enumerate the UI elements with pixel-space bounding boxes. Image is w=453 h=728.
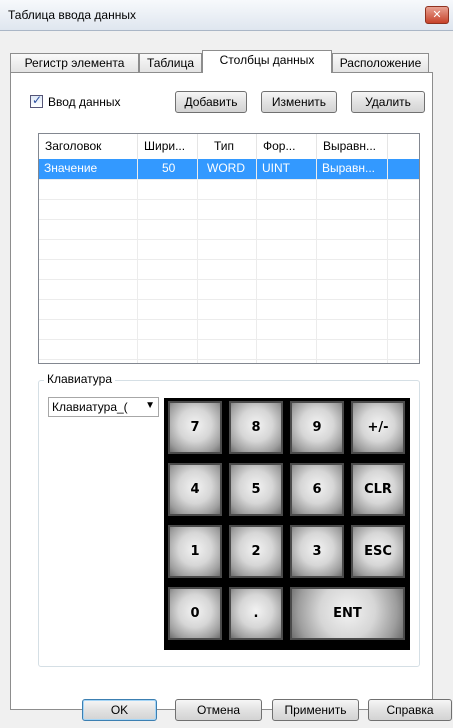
key-clr: CLR [351,463,405,516]
cell-format: UINT [257,159,317,179]
chevron-down-icon[interactable]: ▼ [145,400,155,411]
key-dot: . [229,587,283,640]
header-format[interactable]: Фор... [257,134,317,159]
cell-align: Выравн... [317,159,388,179]
keyboard-select-value: Клавиатура_( [52,400,128,414]
close-button[interactable]: ✕ [425,6,449,24]
table-row-empty[interactable] [39,339,419,360]
data-entry-label: Ввод данных [48,95,121,109]
table-row-empty[interactable] [39,299,419,320]
key-8: 8 [229,401,283,454]
table-row-empty[interactable] [39,239,419,260]
help-button[interactable]: Справка [368,699,452,721]
table-row-empty[interactable] [39,219,419,240]
cancel-button[interactable]: Отмена [175,699,262,721]
grid-column-line [197,159,198,363]
key-1: 1 [168,525,222,578]
key-esc: ESC [351,525,405,578]
grid-header: Заголовок Шири... Тип Фор... Выравн... [39,134,419,160]
table-row-empty[interactable] [39,279,419,300]
key-2: 2 [229,525,283,578]
header-type[interactable]: Тип [198,134,257,159]
header-width[interactable]: Шири... [138,134,198,159]
key-0: 0 [168,587,222,640]
header-align[interactable]: Выравн... [317,134,388,159]
window-title: Таблица ввода данных [8,8,136,22]
header-title[interactable]: Заголовок [39,134,138,159]
keyboard-select[interactable]: Клавиатура_( ▼ [48,397,159,417]
table-row-empty[interactable] [39,259,419,280]
data-entry-checkbox[interactable]: ✓ [30,93,43,108]
edit-button[interactable]: Изменить [261,91,337,113]
table-row-empty[interactable] [39,179,419,200]
data-columns-grid[interactable]: Заголовок Шири... Тип Фор... Выравн... З… [38,133,420,364]
grid-column-line [316,159,317,363]
table-row-empty[interactable] [39,199,419,220]
cell-title: Значение [39,159,138,179]
tab-element-register[interactable]: Регистр элемента [10,53,139,72]
tab-table[interactable]: Таблица [139,53,202,72]
keypad-preview: 7 8 9 +/- 4 5 6 CLR 1 2 3 ESC 0 . ENT [164,398,410,650]
grid-column-line [256,159,257,363]
key-plus-minus: +/- [351,401,405,454]
key-6: 6 [290,463,344,516]
key-ent: ENT [290,587,405,640]
dialog-window: Таблица ввода данных ✕ Регистр элемента … [0,0,453,728]
grid-column-line [387,159,388,363]
key-7: 7 [168,401,222,454]
apply-button[interactable]: Применить [272,699,359,721]
key-3: 3 [290,525,344,578]
tab-data-columns[interactable]: Столбцы данных [202,50,332,73]
key-4: 4 [168,463,222,516]
title-bar[interactable]: Таблица ввода данных ✕ [0,0,453,31]
table-row-empty[interactable] [39,319,419,340]
keyboard-group-label: Клавиатура [44,372,115,386]
tab-layout[interactable]: Расположение [332,53,429,72]
cell-type: WORD [198,159,257,179]
cell-width: 50 [138,159,198,179]
table-row[interactable]: Значение 50 WORD UINT Выравн... [39,159,419,180]
key-9: 9 [290,401,344,454]
ok-button[interactable]: OK [82,699,157,721]
check-mark-icon: ✓ [32,93,43,107]
add-button[interactable]: Добавить [175,91,247,113]
key-5: 5 [229,463,283,516]
grid-column-line [137,159,138,363]
delete-button[interactable]: Удалить [351,91,425,113]
